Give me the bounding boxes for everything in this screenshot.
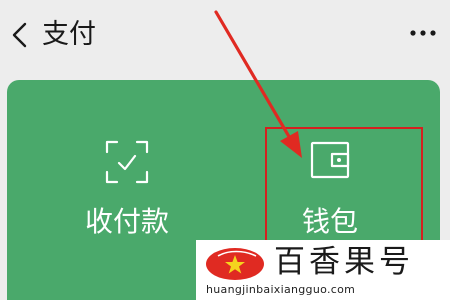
watermark-title: 百香果号 xyxy=(274,244,414,280)
more-dots-icon[interactable] xyxy=(406,18,440,48)
page-title: 支付 xyxy=(42,19,96,50)
watermark: 百香果号 huangjinbaixiangguo.com xyxy=(196,240,450,300)
collect-pay-button[interactable]: 收付款 xyxy=(52,80,202,300)
chevron-left-icon[interactable] xyxy=(8,18,30,52)
star-logo-icon xyxy=(206,248,264,280)
collect-pay-label: 收付款 xyxy=(84,205,169,238)
scan-check-icon xyxy=(105,140,149,184)
watermark-url: huangjinbaixiangguo.com xyxy=(206,283,356,296)
header: 支付 xyxy=(0,0,450,75)
